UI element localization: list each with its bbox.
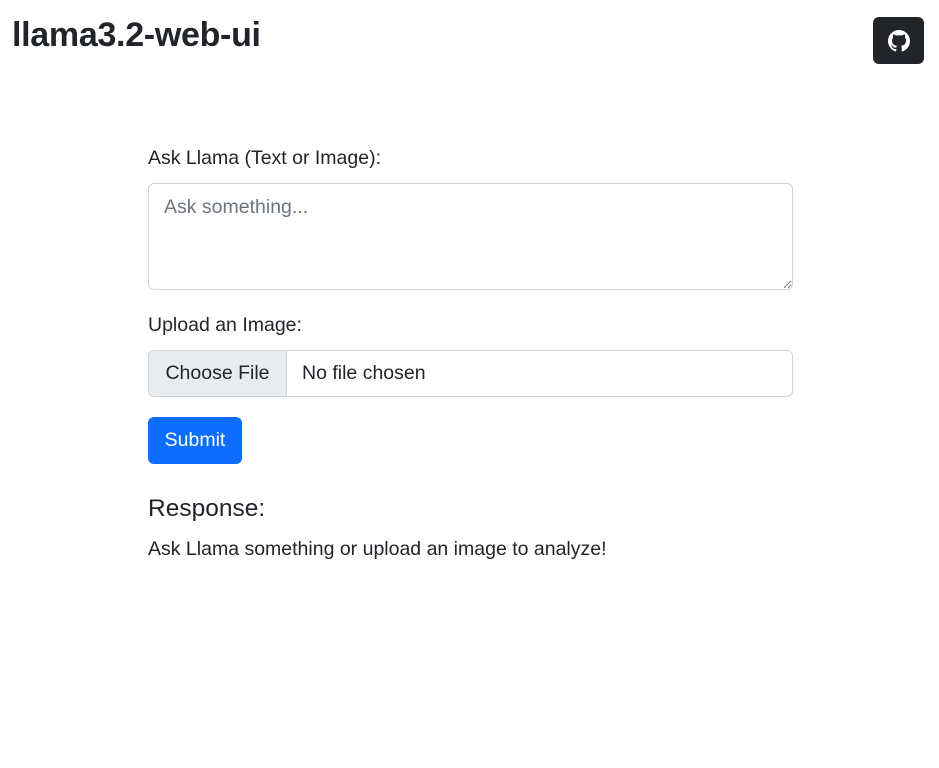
github-button[interactable]: [873, 17, 924, 64]
submit-button[interactable]: Submit: [148, 417, 242, 464]
app-title: llama3.2-web-ui: [12, 16, 261, 54]
file-input[interactable]: Choose File No file chosen: [148, 350, 793, 397]
prompt-label: Ask Llama (Text or Image):: [148, 147, 381, 169]
choose-file-button[interactable]: Choose File: [149, 351, 287, 396]
github-icon: [887, 29, 910, 52]
upload-label: Upload an Image:: [148, 314, 302, 336]
response-heading: Response:: [148, 495, 266, 522]
file-status-text: No file chosen: [302, 362, 426, 384]
response-text: Ask Llama something or upload an image t…: [148, 538, 607, 560]
prompt-textarea[interactable]: [148, 183, 793, 290]
